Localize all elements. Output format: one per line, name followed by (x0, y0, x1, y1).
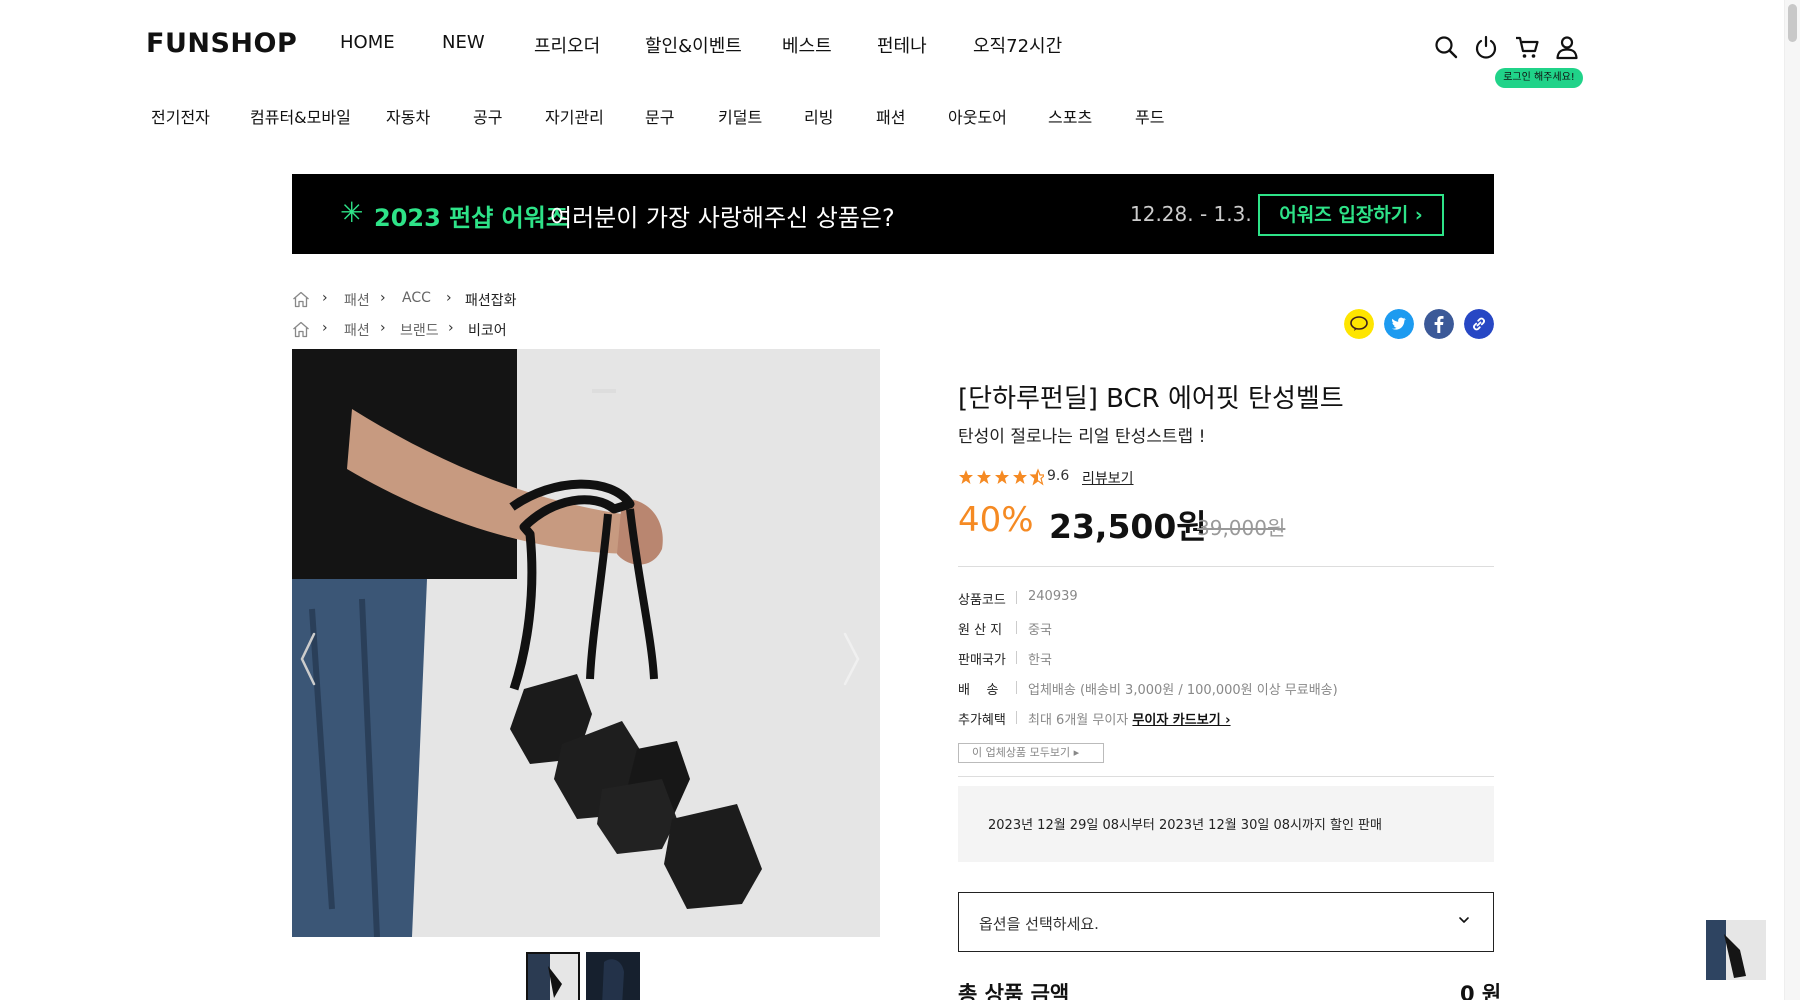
option-placeholder: 옵션을 선택하세요. (979, 915, 1099, 933)
spec-label: 추가혜택 (958, 713, 1006, 728)
chevron-right-icon: › (446, 290, 452, 306)
funshop-logo[interactable]: FUNSHOP (146, 28, 297, 59)
divider (1016, 681, 1017, 694)
spec-label: 상품코드 (958, 593, 1006, 608)
cat-sports[interactable]: 스포츠 (1048, 104, 1092, 128)
product-thumbnail[interactable] (586, 952, 640, 1000)
scrollbar-thumb[interactable] (1788, 4, 1797, 42)
sale-price: 23,500원 (1049, 507, 1207, 546)
kakaotalk-icon[interactable] (1344, 309, 1374, 339)
spec-value: 최대 6개월 무이자 무이자 카드보기 › (1028, 709, 1231, 728)
product-thumbnail[interactable] (526, 952, 580, 1000)
cat-outdoor[interactable]: 아웃도어 (948, 104, 1007, 128)
nav-new[interactable]: NEW (442, 32, 485, 53)
chevron-down-icon (1459, 917, 1469, 923)
cat-kidult[interactable]: 키덜트 (718, 104, 762, 128)
user-icon[interactable] (1554, 34, 1580, 60)
chevron-right-icon: › (380, 290, 386, 306)
divider (1016, 711, 1017, 724)
nav-preorder[interactable]: 프리오더 (534, 32, 600, 58)
spec-value-text: 최대 6개월 무이자 (1028, 713, 1129, 728)
seller-all-products-button[interactable]: 이 업체상품 모두보기 ▸ (958, 743, 1104, 763)
sale-period-notice: 2023년 12월 29일 08시부터 2023년 12월 30일 08시까지 … (958, 786, 1494, 862)
awards-enter-button[interactable]: 어워즈 입장하기 › (1258, 194, 1444, 236)
nav-only72[interactable]: 오직72시간 (973, 32, 1062, 58)
cat-food[interactable]: 푸드 (1135, 104, 1164, 128)
original-price: 39,000원 (1197, 516, 1286, 540)
breadcrumb-item[interactable]: 패션 (344, 290, 370, 310)
breadcrumb-item[interactable]: 비코어 (468, 320, 507, 340)
nav-sale-event[interactable]: 할인&이벤트 (645, 32, 742, 58)
cart-icon[interactable] (1514, 34, 1540, 60)
spec-value: 240939 (1028, 589, 1078, 604)
review-link[interactable]: 리뷰보기 (1082, 468, 1134, 488)
asterisk-icon: ✳ (340, 196, 364, 229)
facebook-icon[interactable] (1424, 309, 1454, 339)
spec-value: 중국 (1028, 623, 1052, 638)
cat-living[interactable]: 리빙 (804, 104, 833, 128)
nav-funtenna[interactable]: 펀테나 (877, 32, 927, 58)
spec-label: 배 송 (958, 683, 999, 698)
breadcrumb-item[interactable]: 패션잡화 (465, 290, 517, 310)
product-photo (292, 349, 880, 937)
divider (1016, 621, 1017, 634)
page-scrollbar[interactable] (1784, 0, 1800, 1000)
spec-label: 판매국가 (958, 653, 1006, 668)
discount-rate: 40% (958, 500, 1034, 540)
cat-electronics[interactable]: 전기전자 (151, 104, 210, 128)
star-icon (995, 470, 1009, 484)
spec-value: 한국 (1028, 653, 1052, 668)
product-subtitle: 탄성이 절로나는 리얼 탄성스트랩 ! (958, 427, 1206, 447)
link-icon[interactable] (1464, 309, 1494, 339)
home-icon[interactable] (292, 321, 310, 338)
installment-card-link[interactable]: 무이자 카드보기 › (1132, 713, 1230, 728)
awards-banner[interactable]: ✳ 2023 펀샵 어워즈 여러분이 가장 사랑해주신 상품은? 12.28. … (292, 174, 1494, 254)
rating-stars (959, 468, 1044, 486)
total-label: 총 상품 금액 (958, 982, 1070, 1000)
home-icon[interactable] (292, 291, 310, 308)
divider (958, 776, 1494, 777)
product-main-image (292, 349, 880, 937)
divider (1016, 651, 1017, 664)
cat-stationery[interactable]: 문구 (645, 104, 674, 128)
cat-car[interactable]: 자동차 (386, 104, 430, 128)
breadcrumb-item[interactable]: ACC (402, 290, 431, 306)
rating-score: 9.6 (1047, 468, 1070, 484)
divider (1016, 591, 1017, 604)
power-icon[interactable] (1473, 34, 1499, 60)
search-icon[interactable] (1433, 34, 1459, 60)
total-value: 0 원 (1460, 982, 1502, 1000)
banner-subtitle: 여러분이 가장 사랑해주신 상품은? (550, 204, 895, 232)
divider (958, 566, 1494, 567)
half-star-icon (1029, 468, 1044, 486)
recent-view-thumbnail[interactable] (1706, 920, 1766, 980)
cat-computer-mobile[interactable]: 컴퓨터&모바일 (250, 104, 351, 128)
star-icon (977, 470, 991, 484)
banner-date: 12.28. - 1.3. (1130, 202, 1252, 226)
spec-label: 원 산 지 (958, 623, 1003, 638)
cat-fashion[interactable]: 패션 (876, 104, 905, 128)
breadcrumb-item[interactable]: 브랜드 (400, 320, 439, 340)
notice-text: 2023년 12월 29일 08시부터 2023년 12월 30일 08시까지 … (988, 818, 1382, 833)
banner-highlight: 2023 펀샵 어워즈 (374, 204, 568, 232)
nav-home[interactable]: HOME (340, 32, 395, 53)
product-title: [단하루펀딜] BCR 에어핏 탄성벨트 (958, 384, 1344, 414)
option-select[interactable]: 옵션을 선택하세요. (958, 892, 1494, 952)
cat-selfcare[interactable]: 자기관리 (545, 104, 604, 128)
spec-value: 업체배송 (배송비 3,000원 / 100,000원 이상 무료배송) (1028, 683, 1338, 698)
nav-best[interactable]: 베스트 (782, 32, 832, 58)
cat-tools[interactable]: 공구 (473, 104, 502, 128)
breadcrumb-item[interactable]: 패션 (344, 320, 370, 340)
login-tooltip: 로그인 해주세요! (1495, 68, 1583, 88)
star-icon (1013, 470, 1027, 484)
twitter-icon[interactable] (1384, 309, 1414, 339)
star-icon (959, 470, 973, 484)
chevron-right-icon: › (322, 290, 328, 306)
chevron-right-icon: › (322, 320, 328, 336)
chevron-right-icon: › (380, 320, 386, 336)
chevron-right-icon: › (448, 320, 454, 336)
